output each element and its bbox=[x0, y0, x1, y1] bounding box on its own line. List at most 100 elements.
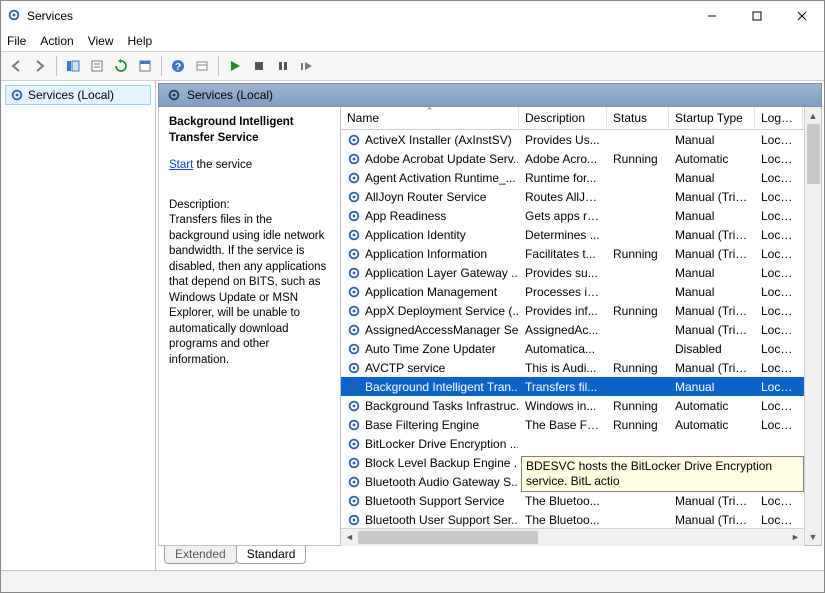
service-startup-cell: Manual bbox=[669, 132, 755, 148]
service-row[interactable]: Bluetooth Support ServiceThe Bluetoo...M… bbox=[341, 491, 804, 510]
service-status-cell: Running bbox=[607, 417, 669, 433]
tab-extended[interactable]: Extended bbox=[164, 546, 237, 564]
service-startup-cell: Disabled bbox=[669, 341, 755, 357]
action-view-button[interactable] bbox=[191, 55, 213, 77]
service-action-line: Start the service bbox=[169, 158, 330, 174]
service-name-cell: Background Intelligent Tran... bbox=[365, 380, 519, 394]
service-logon-cell: Local Sy bbox=[755, 398, 803, 414]
service-desc-cell: Gets apps re... bbox=[519, 208, 607, 224]
service-status-cell bbox=[607, 234, 669, 236]
export-list-button[interactable] bbox=[86, 55, 108, 77]
horizontal-scrollbar[interactable]: ◄ ► bbox=[341, 528, 804, 545]
service-row[interactable]: Bluetooth User Support Ser...The Bluetoo… bbox=[341, 510, 804, 528]
column-status[interactable]: Status bbox=[607, 107, 669, 129]
column-name[interactable]: Name ⌃ bbox=[341, 107, 519, 129]
service-name-cell: AppX Deployment Service (... bbox=[365, 304, 519, 318]
service-desc-cell: Processes in... bbox=[519, 284, 607, 300]
menu-file[interactable]: File bbox=[7, 34, 26, 48]
scroll-up-icon[interactable]: ▲ bbox=[805, 107, 821, 124]
column-startup-type[interactable]: Startup Type bbox=[669, 107, 755, 129]
maximize-button[interactable] bbox=[734, 1, 779, 31]
service-logon-cell: Local Sy bbox=[755, 170, 803, 186]
service-logon-cell: Local Sy bbox=[755, 379, 803, 395]
service-row[interactable]: AVCTP serviceThis is Audi...RunningManua… bbox=[341, 358, 804, 377]
column-description[interactable]: Description bbox=[519, 107, 607, 129]
service-startup-cell: Manual (Trig... bbox=[669, 303, 755, 319]
service-name-cell: Bluetooth Audio Gateway S... bbox=[365, 475, 519, 489]
minimize-button[interactable] bbox=[689, 1, 734, 31]
start-service-button[interactable] bbox=[224, 55, 246, 77]
tree-root-services-local[interactable]: Services (Local) bbox=[5, 85, 151, 105]
service-row[interactable]: Background Tasks Infrastruc...Windows in… bbox=[341, 396, 804, 415]
service-desc-cell: This is Audi... bbox=[519, 360, 607, 376]
vertical-scrollbar[interactable]: ▲ ▼ bbox=[804, 107, 821, 545]
column-logon[interactable]: Log On bbox=[755, 107, 803, 129]
service-status-cell: Running bbox=[607, 360, 669, 376]
properties-button[interactable] bbox=[134, 55, 156, 77]
service-row[interactable]: Background Intelligent Tran...Transfers … bbox=[341, 377, 804, 396]
service-name-cell: Base Filtering Engine bbox=[365, 418, 479, 432]
service-startup-cell: Manual bbox=[669, 265, 755, 281]
service-row[interactable]: Application Layer Gateway ...Provides su… bbox=[341, 263, 804, 282]
service-status-cell bbox=[607, 215, 669, 217]
service-name-cell: Application Layer Gateway ... bbox=[365, 266, 519, 280]
scroll-thumb[interactable] bbox=[358, 531, 538, 544]
restart-service-button[interactable] bbox=[296, 55, 318, 77]
scroll-track[interactable] bbox=[358, 529, 787, 546]
service-row[interactable]: Auto Time Zone UpdaterAutomatica...Disab… bbox=[341, 339, 804, 358]
service-startup-cell: Manual (Trig... bbox=[669, 493, 755, 509]
scroll-right-icon[interactable]: ► bbox=[787, 529, 804, 546]
service-status-cell bbox=[607, 329, 669, 331]
list-body[interactable]: ActiveX Installer (AxInstSV)Provides Us.… bbox=[341, 130, 804, 528]
service-row[interactable]: Base Filtering Engine The Base Fil...Runn… bbox=[341, 415, 804, 434]
service-row[interactable]: AllJoyn Router ServiceRoutes AllJo...Man… bbox=[341, 187, 804, 206]
help-button[interactable]: ? bbox=[167, 55, 189, 77]
service-row[interactable]: BitLocker Drive Encryption ... bbox=[341, 434, 804, 453]
close-button[interactable] bbox=[779, 1, 824, 31]
gear-icon bbox=[347, 399, 361, 413]
service-logon-cell: Local Sy bbox=[755, 512, 803, 528]
service-desc-cell: Routes AllJo... bbox=[519, 189, 607, 205]
service-row[interactable]: Application InformationFacilitates t...R… bbox=[341, 244, 804, 263]
gear-icon bbox=[347, 171, 361, 185]
start-link[interactable]: Start bbox=[169, 159, 193, 171]
service-row[interactable]: Adobe Acrobat Update Serv...Adobe Acro..… bbox=[341, 149, 804, 168]
service-name-cell: ActiveX Installer (AxInstSV) bbox=[365, 133, 512, 147]
pause-service-button[interactable] bbox=[272, 55, 294, 77]
menu-action[interactable]: Action bbox=[40, 34, 73, 48]
back-button[interactable] bbox=[5, 55, 27, 77]
menu-help[interactable]: Help bbox=[128, 34, 153, 48]
service-name-cell: Auto Time Zone Updater bbox=[365, 342, 496, 356]
service-desc-cell: The Bluetoo... bbox=[519, 512, 607, 528]
service-row[interactable]: Application IdentityDetermines ...Manual… bbox=[341, 225, 804, 244]
gear-icon bbox=[347, 513, 361, 527]
tab-standard[interactable]: Standard bbox=[236, 546, 307, 564]
scroll-left-icon[interactable]: ◄ bbox=[341, 529, 358, 546]
vscroll-thumb[interactable] bbox=[807, 124, 820, 184]
service-name-cell: Block Level Backup Engine ... bbox=[365, 456, 519, 470]
service-row[interactable]: Application ManagementProcesses in...Man… bbox=[341, 282, 804, 301]
show-hide-tree-button[interactable] bbox=[62, 55, 84, 77]
service-status-cell bbox=[607, 272, 669, 274]
gear-icon bbox=[347, 190, 361, 204]
scroll-down-icon[interactable]: ▼ bbox=[805, 528, 821, 545]
vscroll-track[interactable] bbox=[805, 124, 821, 528]
menu-view[interactable]: View bbox=[88, 34, 114, 48]
service-row[interactable]: AssignedAccessManager Se...AssignedAc...… bbox=[341, 320, 804, 339]
detail-panel: Background Intelligent Transfer Service … bbox=[159, 107, 341, 545]
service-row[interactable]: AppX Deployment Service (...Provides inf… bbox=[341, 301, 804, 320]
service-desc-cell: The Base Fil... bbox=[519, 417, 607, 433]
forward-button[interactable] bbox=[29, 55, 51, 77]
refresh-button[interactable] bbox=[110, 55, 132, 77]
app-icon bbox=[7, 8, 21, 25]
service-startup-cell: Automatic bbox=[669, 398, 755, 414]
service-row[interactable]: App ReadinessGets apps re...ManualLocal … bbox=[341, 206, 804, 225]
stop-service-button[interactable] bbox=[248, 55, 270, 77]
service-row[interactable]: Agent Activation Runtime_...Runtime for.… bbox=[341, 168, 804, 187]
service-desc-cell: The Bluetoo... bbox=[519, 493, 607, 509]
svg-text:?: ? bbox=[175, 62, 181, 73]
service-desc-cell: Runtime for... bbox=[519, 170, 607, 186]
service-startup-cell: Automatic bbox=[669, 151, 755, 167]
gear-icon bbox=[347, 133, 361, 147]
service-row[interactable]: ActiveX Installer (AxInstSV)Provides Us.… bbox=[341, 130, 804, 149]
